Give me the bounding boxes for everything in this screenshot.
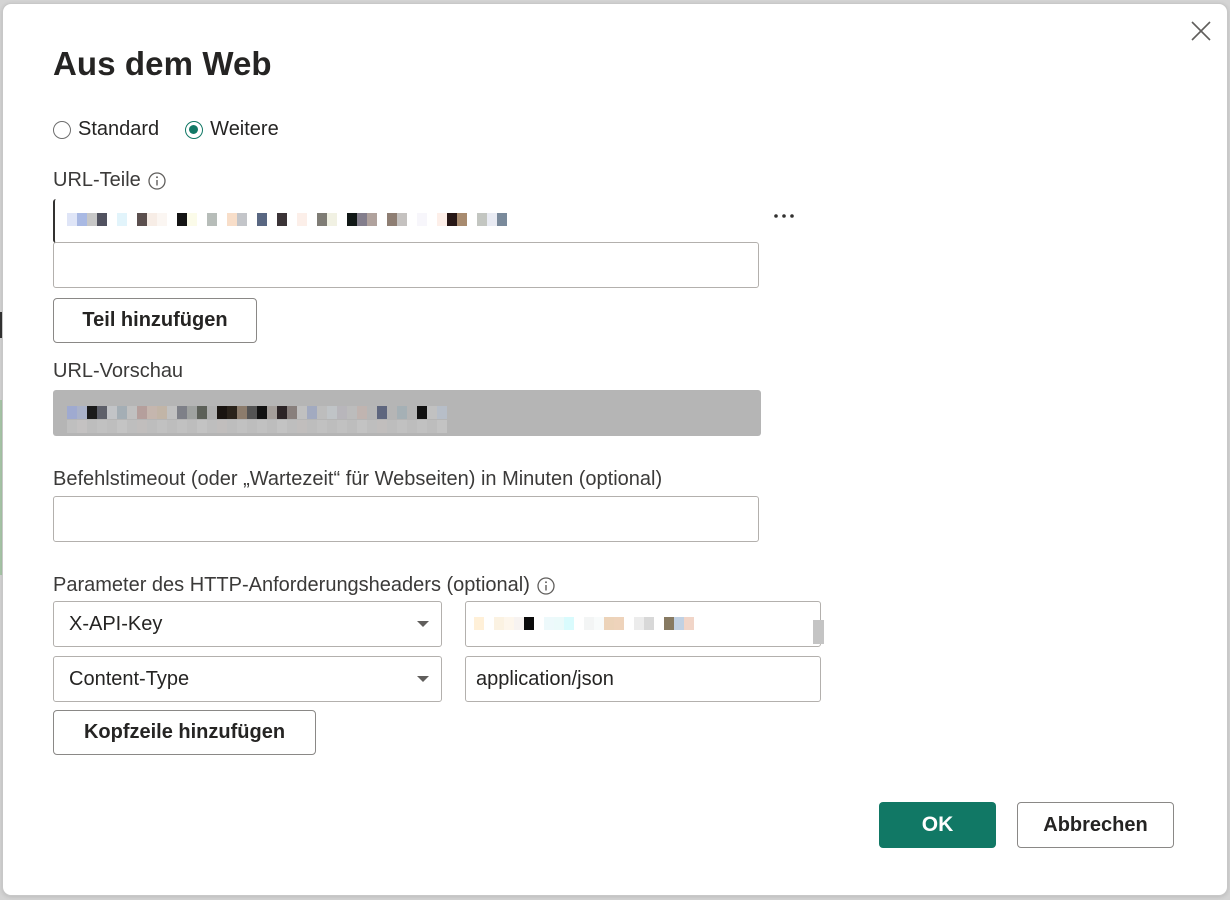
redacted-url-preview-line2 [67, 420, 447, 433]
more-icon [774, 214, 794, 218]
header-name-select-2[interactable]: Content-Type [53, 656, 442, 702]
http-headers-label-row: Parameter des HTTP-Anforderungsheaders (… [53, 574, 556, 597]
url-preview-label-row: URL-Vorschau [53, 360, 183, 383]
url-parts-label: URL-Teile [53, 169, 141, 191]
radio-weitere[interactable]: Weitere [185, 118, 279, 141]
add-url-part-button[interactable]: Teil hinzufügen [53, 298, 257, 343]
timeout-label-row: Befehlstimeout (oder „Wartezeit“ für Web… [53, 468, 662, 491]
header-value-input-1[interactable] [465, 601, 821, 647]
header-value-input-2[interactable] [465, 656, 821, 702]
url-parts-label-row: URL-Teile [53, 169, 167, 192]
add-header-button[interactable]: Kopfzeile hinzufügen [53, 710, 316, 755]
radio-standard[interactable]: Standard [53, 118, 159, 141]
radio-standard-circle[interactable] [53, 120, 71, 139]
timeout-input[interactable] [53, 496, 759, 542]
http-headers-label: Parameter des HTTP-Anforderungsheaders (… [53, 574, 530, 596]
header-name-select-1[interactable]: X-API-Key [53, 601, 442, 647]
header-value-scrollbar[interactable] [813, 620, 824, 644]
redacted-url-part [67, 213, 507, 226]
radio-weitere-label: Weitere [210, 118, 279, 140]
url-part-1-input[interactable] [53, 199, 761, 243]
close-button[interactable] [1188, 18, 1214, 44]
timeout-label: Befehlstimeout (oder „Wartezeit“ für Web… [53, 468, 663, 490]
header-name-2-value: Content-Type [69, 667, 190, 690]
url-part-2-input[interactable] [53, 242, 759, 288]
info-icon[interactable] [536, 576, 556, 596]
cancel-button[interactable]: Abbrechen [1017, 802, 1174, 848]
chevron-down-icon [417, 621, 429, 627]
redacted-url-preview [67, 406, 447, 419]
radio-weitere-circle[interactable] [185, 120, 204, 139]
radio-standard-label: Standard [78, 118, 160, 140]
chevron-down-icon [417, 676, 429, 682]
header-name-1-value: X-API-Key [69, 612, 163, 635]
redacted-header-value [474, 617, 694, 630]
url-preview-field [53, 390, 761, 436]
from-web-dialog: Aus dem Web Standard Weitere URL-Teile T… [2, 3, 1228, 896]
dialog-title: Aus dem Web [53, 45, 272, 82]
url-preview-label: URL-Vorschau [53, 360, 184, 382]
close-icon [1191, 21, 1211, 41]
ok-button[interactable]: OK [879, 802, 996, 848]
mode-radio-group: Standard Weitere [53, 118, 279, 141]
info-icon[interactable] [147, 171, 167, 191]
url-part-more-button[interactable] [771, 204, 797, 228]
